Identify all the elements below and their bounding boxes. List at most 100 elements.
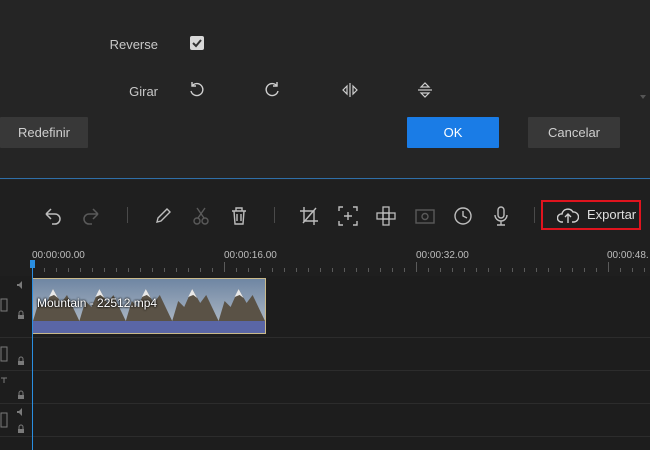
flip-vertical-icon[interactable] <box>415 80 435 100</box>
speed-clock-icon[interactable] <box>452 205 474 227</box>
track-3[interactable] <box>0 371 650 404</box>
film-icon <box>0 346 8 362</box>
volume-icon[interactable] <box>16 280 26 290</box>
ruler-tick <box>500 268 501 272</box>
ruler-tick <box>248 268 249 272</box>
ruler-label: 00:00:16.00 <box>224 250 277 261</box>
playhead-handle[interactable] <box>30 260 35 268</box>
ruler-tick <box>452 268 453 272</box>
rotate-left-icon[interactable] <box>187 80 207 100</box>
ruler-tick <box>296 268 297 272</box>
rotate-label: Girar <box>129 84 158 99</box>
ruler-tick <box>272 268 273 272</box>
track-5[interactable] <box>0 437 650 450</box>
ruler-tick <box>488 268 489 272</box>
lock-icon[interactable] <box>16 390 26 400</box>
ruler-tick <box>44 268 45 272</box>
checkmark-icon <box>192 39 202 48</box>
ruler-label: 00:00:00.00 <box>32 250 85 261</box>
export-label: Exportar <box>587 207 637 222</box>
ruler-tick <box>104 268 105 272</box>
microphone-icon[interactable] <box>490 205 512 227</box>
toolbar-separator <box>534 207 535 223</box>
ruler-tick <box>572 268 573 272</box>
ruler-tick <box>644 268 645 272</box>
ruler-tick <box>584 268 585 272</box>
ruler-tick <box>344 268 345 272</box>
ruler-tick <box>380 268 381 272</box>
ruler-label: 00:00:32.00 <box>416 250 469 261</box>
ruler-tick <box>308 268 309 272</box>
lock-icon[interactable] <box>16 424 26 434</box>
ruler-tick <box>320 268 321 272</box>
scroll-down-icon[interactable] <box>640 95 646 99</box>
ruler-tick <box>524 268 525 272</box>
pencil-icon[interactable] <box>152 205 174 227</box>
ruler-tick <box>356 268 357 272</box>
ruler-tick <box>260 268 261 272</box>
volume-icon[interactable] <box>16 407 26 417</box>
ruler-tick <box>464 268 465 272</box>
lock-icon[interactable] <box>16 310 26 320</box>
ruler-tick <box>56 268 57 272</box>
film-icon <box>0 298 8 312</box>
reverse-checkbox[interactable] <box>190 36 204 50</box>
ruler-tick <box>440 268 441 272</box>
ruler-tick <box>620 268 621 272</box>
ruler-tick <box>140 268 141 272</box>
track-2[interactable] <box>0 338 650 371</box>
trash-icon[interactable] <box>228 205 250 227</box>
reset-button[interactable]: Redefinir <box>0 117 88 148</box>
ruler-tick <box>476 268 477 272</box>
toolbar-separator <box>274 207 275 223</box>
rotate-right-icon[interactable] <box>262 80 282 100</box>
undo-icon[interactable] <box>42 205 64 227</box>
reverse-label: Reverse <box>109 37 158 52</box>
video-clip[interactable]: Mountain - 22512.mp4 <box>32 278 266 334</box>
crop-icon[interactable] <box>298 205 320 227</box>
zoom-fit-icon[interactable] <box>337 205 359 227</box>
text-track-icon <box>1 377 7 383</box>
ruler-tick <box>392 268 393 272</box>
ruler-tick <box>416 262 417 272</box>
clip-name: Mountain - 22512.mp4 <box>37 296 158 310</box>
ruler-tick <box>188 268 189 272</box>
clip-audio-waveform <box>33 321 265 333</box>
ruler-tick <box>116 268 117 272</box>
ruler-tick <box>176 268 177 272</box>
settings-panel: Reverse Girar Redefinir OK Cancelar <box>0 0 650 178</box>
ruler-tick <box>152 268 153 272</box>
ruler-label: 00:00:48. <box>607 250 649 261</box>
ruler-tick <box>548 268 549 272</box>
panel-divider[interactable] <box>0 178 650 179</box>
time-ruler[interactable] <box>0 242 650 276</box>
ruler-tick <box>368 268 369 272</box>
ruler-tick <box>164 268 165 272</box>
freeze-frame-icon[interactable] <box>414 205 436 227</box>
ruler-tick <box>608 262 609 272</box>
ruler-tick <box>596 268 597 272</box>
ruler-tick <box>92 268 93 272</box>
playhead[interactable] <box>32 262 33 450</box>
mosaic-icon[interactable] <box>375 205 397 227</box>
ruler-tick <box>512 268 513 272</box>
ruler-tick <box>68 268 69 272</box>
cancel-button[interactable]: Cancelar <box>528 117 620 148</box>
ruler-tick <box>80 268 81 272</box>
ruler-tick <box>200 268 201 272</box>
export-cloud-icon <box>557 208 579 223</box>
flip-horizontal-icon[interactable] <box>340 80 360 100</box>
scissors-icon[interactable] <box>190 205 212 227</box>
ruler-tick <box>212 268 213 272</box>
track-4[interactable] <box>0 404 650 437</box>
ruler-tick <box>536 268 537 272</box>
ruler-tick <box>428 268 429 272</box>
ruler-tick <box>128 268 129 272</box>
lock-icon[interactable] <box>16 356 26 366</box>
ruler-tick <box>404 268 405 272</box>
ok-button[interactable]: OK <box>407 117 499 148</box>
ruler-tick <box>560 268 561 272</box>
redo-icon[interactable] <box>80 205 102 227</box>
ruler-tick <box>632 268 633 272</box>
toolbar-separator <box>127 207 128 223</box>
